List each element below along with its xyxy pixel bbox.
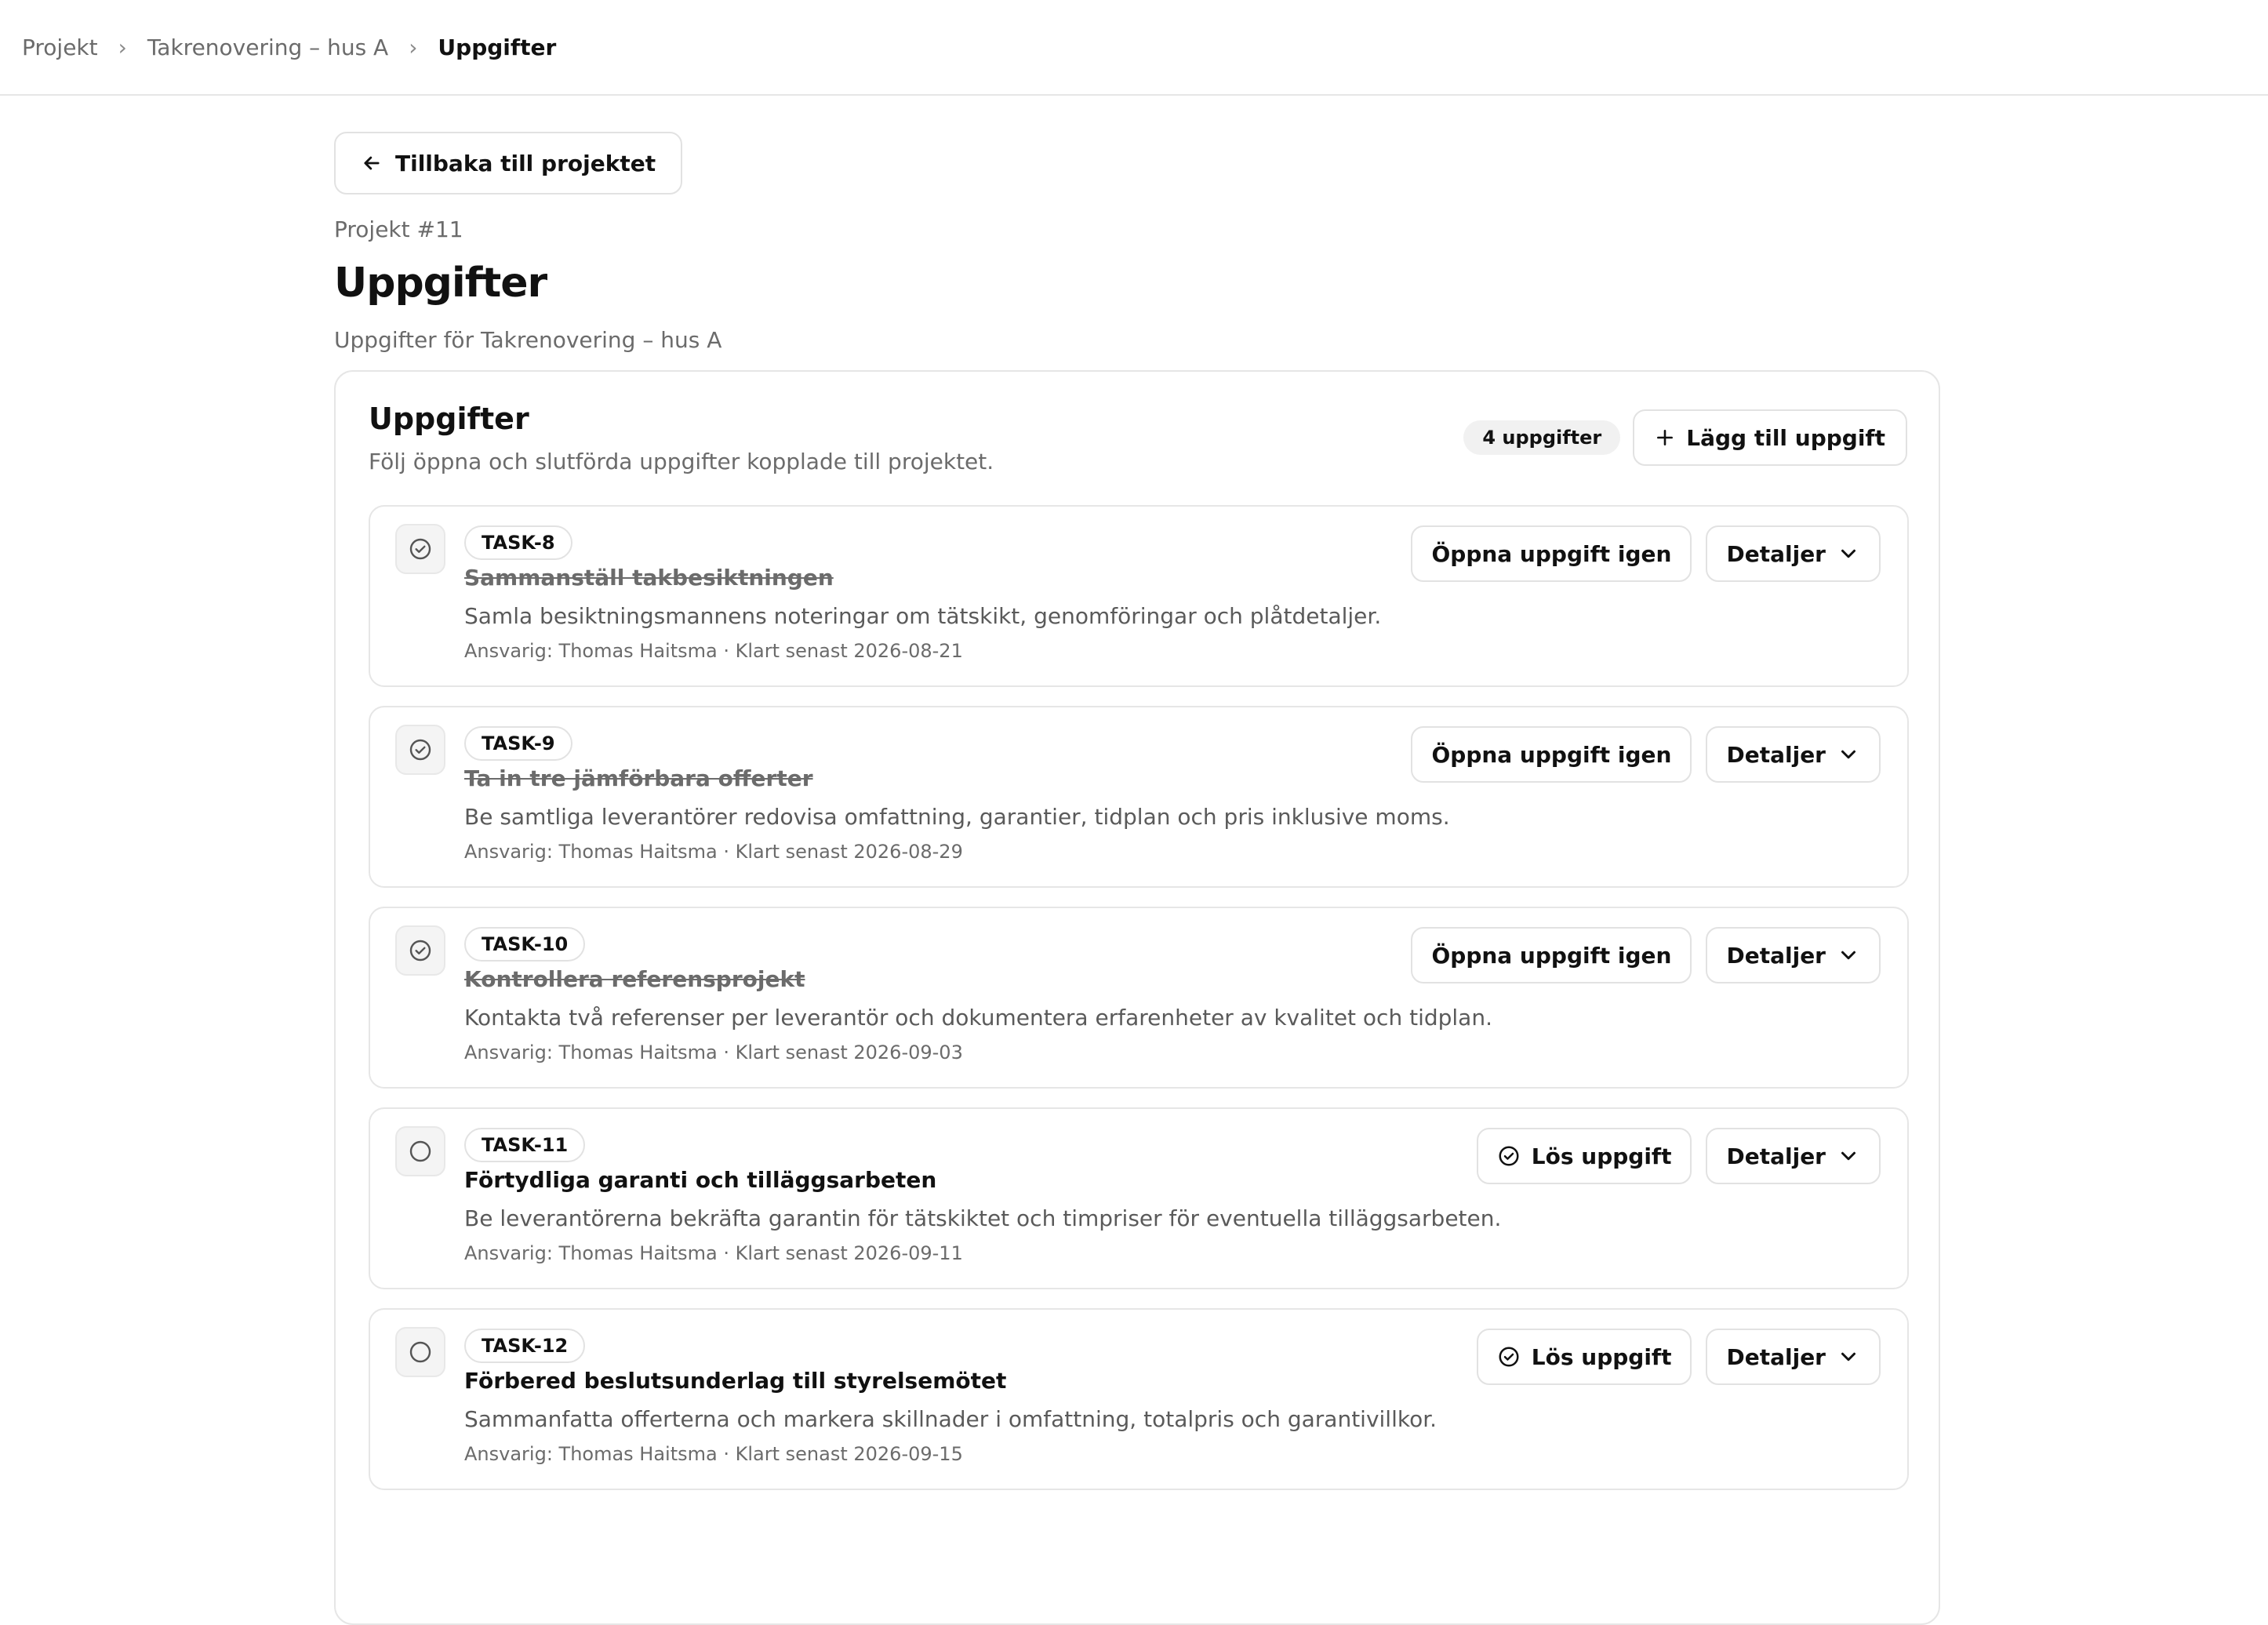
task-incomplete-toggle[interactable]	[395, 1126, 445, 1176]
task-incomplete-toggle[interactable]	[395, 1327, 445, 1377]
chevron-right-icon: ›	[409, 34, 418, 60]
task-actions: Öppna uppgift igen Detaljer	[1411, 927, 1881, 983]
task-row: TASK-9 Ta in tre jämförbara offerter Be …	[369, 706, 1909, 888]
resolve-task-button[interactable]: Lös uppgift	[1476, 1128, 1692, 1184]
details-dropdown-button[interactable]: Detaljer	[1706, 1128, 1881, 1184]
add-task-label: Lägg till uppgift	[1686, 424, 1885, 451]
details-label: Detaljer	[1726, 1143, 1826, 1169]
breadcrumb-item-project[interactable]: Takrenovering – hus A	[147, 35, 388, 60]
details-dropdown-button[interactable]: Detaljer	[1706, 525, 1881, 582]
details-label: Detaljer	[1726, 741, 1826, 768]
task-description: Be leverantörerna bekräfta garantin för …	[464, 1205, 1502, 1231]
page-subtitle: Uppgifter för Takrenovering – hus A	[334, 327, 722, 353]
task-complete-toggle[interactable]	[395, 725, 445, 775]
task-description: Sammanfatta offerterna och markera skill…	[464, 1406, 1437, 1432]
task-meta: Ansvarig: Thomas Haitsma · Klart senast …	[464, 1242, 963, 1264]
task-description: Be samtliga leverantörer redovisa omfatt…	[464, 804, 1450, 830]
breadcrumb-item-current: Uppgifter	[438, 34, 557, 60]
task-id-tag: TASK-8	[464, 525, 572, 560]
task-meta: Ansvarig: Thomas Haitsma · Klart senast …	[464, 841, 963, 863]
check-circle-icon	[1497, 1345, 1521, 1369]
task-id-tag: TASK-12	[464, 1329, 586, 1363]
reopen-task-button[interactable]: Öppna uppgift igen	[1411, 726, 1692, 783]
reopen-task-label: Öppna uppgift igen	[1431, 540, 1672, 567]
breadcrumb: Projekt › Takrenovering – hus A › Uppgif…	[0, 0, 2268, 96]
details-label: Detaljer	[1726, 1343, 1826, 1370]
add-task-button[interactable]: Lägg till uppgift	[1633, 409, 1907, 466]
reopen-task-button[interactable]: Öppna uppgift igen	[1411, 525, 1692, 582]
task-meta: Ansvarig: Thomas Haitsma · Klart senast …	[464, 1443, 963, 1465]
task-row: TASK-8 Sammanställ takbesiktningen Samla…	[369, 505, 1909, 687]
back-to-project-label: Tillbaka till projektet	[395, 150, 656, 176]
reopen-task-button[interactable]: Öppna uppgift igen	[1411, 927, 1692, 983]
breadcrumb-item-projekt[interactable]: Projekt	[22, 35, 98, 60]
reopen-task-label: Öppna uppgift igen	[1431, 741, 1672, 768]
task-actions: Öppna uppgift igen Detaljer	[1411, 525, 1881, 582]
chevron-down-icon	[1837, 1345, 1860, 1369]
task-row: TASK-12 Förbered beslutsunderlag till st…	[369, 1308, 1909, 1490]
back-to-project-button[interactable]: Tillbaka till projektet	[334, 132, 683, 194]
details-label: Detaljer	[1726, 540, 1826, 567]
plus-icon	[1657, 430, 1674, 445]
task-count-badge: 4 uppgifter	[1463, 420, 1621, 455]
task-description: Kontakta två referenser per leverantör o…	[464, 1005, 1492, 1031]
project-id: Projekt #11	[334, 216, 463, 242]
details-dropdown-button[interactable]: Detaljer	[1706, 726, 1881, 783]
task-row: TASK-10 Kontrollera referensprojekt Kont…	[369, 907, 1909, 1089]
details-dropdown-button[interactable]: Detaljer	[1706, 1329, 1881, 1385]
check-circle-icon	[408, 536, 433, 562]
task-complete-toggle[interactable]	[395, 925, 445, 976]
chevron-down-icon	[1837, 542, 1860, 565]
resolve-task-button[interactable]: Lös uppgift	[1476, 1329, 1692, 1385]
arrow-left-icon	[364, 156, 380, 170]
circle-icon	[408, 1139, 433, 1164]
task-meta: Ansvarig: Thomas Haitsma · Klart senast …	[464, 1042, 963, 1063]
chevron-right-icon: ›	[118, 34, 127, 60]
page-title: Uppgifter	[334, 260, 547, 307]
chevron-down-icon	[1837, 743, 1860, 766]
chevron-down-icon	[1837, 1144, 1860, 1168]
chevron-down-icon	[1837, 943, 1860, 967]
tasks-card-header: Uppgifter Följ öppna och slutförda uppgi…	[369, 402, 1907, 474]
resolve-task-label: Lös uppgift	[1531, 1343, 1672, 1370]
task-id-tag: TASK-11	[464, 1128, 586, 1162]
check-circle-icon	[408, 938, 433, 963]
main-content: Tillbaka till projektet Projekt #11 Uppg…	[334, 132, 1940, 1625]
check-circle-icon	[1497, 1144, 1521, 1168]
circle-icon	[408, 1340, 433, 1365]
task-list: TASK-8 Sammanställ takbesiktningen Samla…	[369, 505, 1909, 1509]
tasks-card: Uppgifter Följ öppna och slutförda uppgi…	[334, 370, 1940, 1625]
details-dropdown-button[interactable]: Detaljer	[1706, 927, 1881, 983]
task-actions: Lös uppgift Detaljer	[1476, 1329, 1881, 1385]
task-id-tag: TASK-9	[464, 726, 572, 761]
task-complete-toggle[interactable]	[395, 524, 445, 574]
task-actions: Öppna uppgift igen Detaljer	[1411, 726, 1881, 783]
tasks-card-actions: 4 uppgifter Lägg till uppgift	[1463, 409, 1907, 466]
task-row: TASK-11 Förtydliga garanti och tilläggsa…	[369, 1107, 1909, 1289]
task-actions: Lös uppgift Detaljer	[1476, 1128, 1881, 1184]
task-meta: Ansvarig: Thomas Haitsma · Klart senast …	[464, 640, 963, 662]
details-label: Detaljer	[1726, 942, 1826, 969]
task-id-tag: TASK-10	[464, 927, 586, 962]
check-circle-icon	[408, 737, 433, 762]
task-description: Samla besiktningsmannens noteringar om t…	[464, 603, 1382, 629]
resolve-task-label: Lös uppgift	[1531, 1143, 1672, 1169]
reopen-task-label: Öppna uppgift igen	[1431, 942, 1672, 969]
